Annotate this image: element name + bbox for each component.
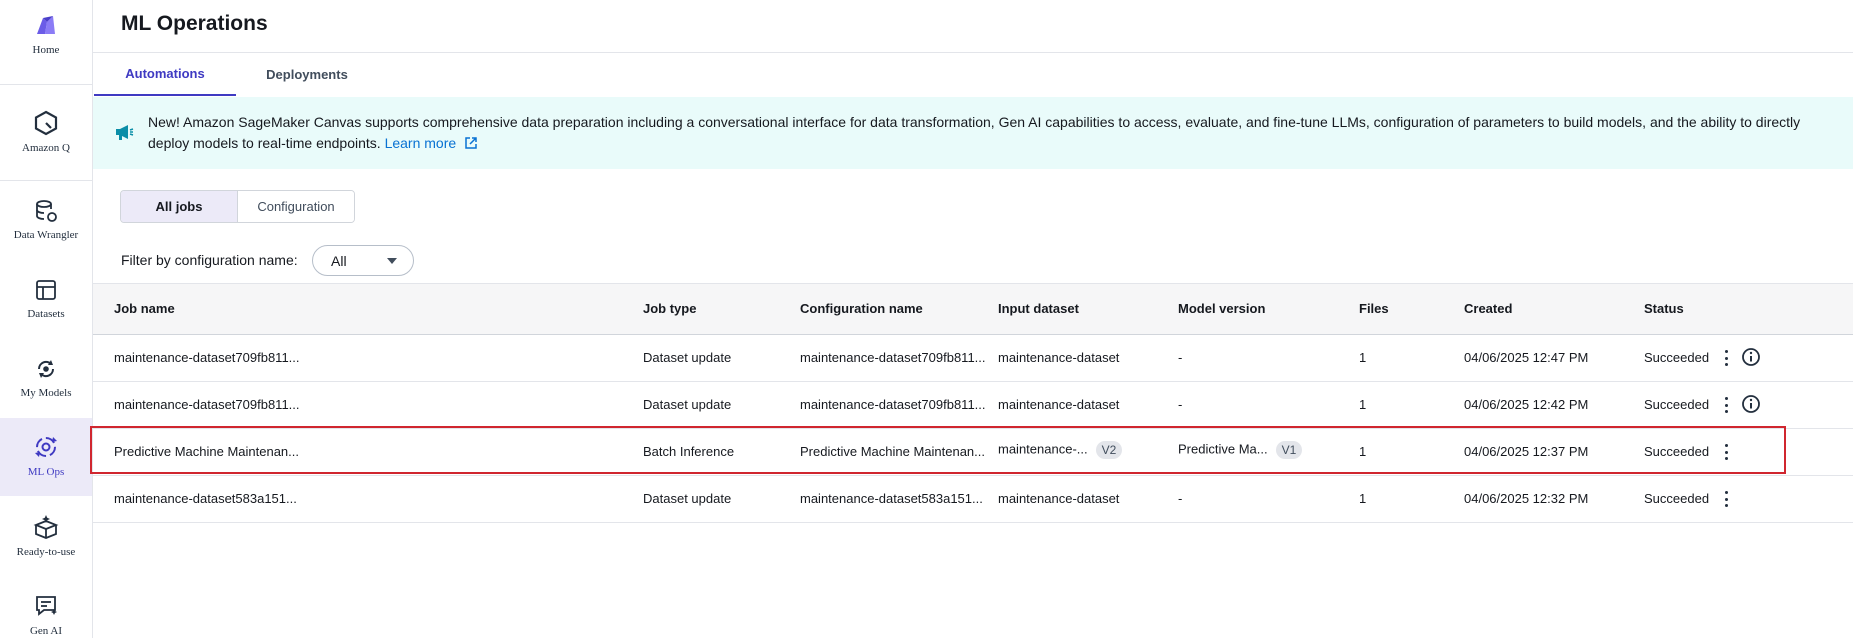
sidebar-item-ready-to-use[interactable]: Ready-to-use — [0, 512, 92, 558]
sidebar-item-label: Home — [32, 44, 60, 56]
input-dataset-cell: maintenance-dataset — [998, 491, 1120, 506]
column-header-input-dataset[interactable]: Input dataset — [998, 301, 1079, 316]
model-version-cell: - — [1178, 397, 1183, 412]
data-wrangler-icon — [31, 197, 61, 225]
job-name-cell[interactable]: maintenance-dataset583a151... — [114, 491, 297, 506]
table-row[interactable]: maintenance-dataset583a151... Dataset up… — [93, 476, 1853, 523]
sidebar-item-label: ML Ops — [27, 466, 65, 478]
sidebar-item-label: Data Wrangler — [13, 229, 79, 241]
configuration-button[interactable]: Configuration — [238, 191, 354, 222]
model-version-cell: - — [1178, 350, 1183, 365]
version-badge: V1 — [1275, 441, 1303, 459]
job-name-cell[interactable]: Predictive Machine Maintenan... — [114, 444, 299, 459]
column-header-job-name[interactable]: Job name — [114, 301, 175, 316]
sidebar-item-home[interactable]: Home — [0, 10, 92, 70]
tab-automations[interactable]: Automations — [94, 52, 236, 96]
configuration-name-cell: Predictive Machine Maintenan... — [800, 444, 985, 459]
banner-message: New! Amazon SageMaker Canvas supports co… — [148, 112, 1838, 156]
model-name: Predictive Ma... — [1178, 441, 1268, 457]
column-header-status[interactable]: Status — [1644, 301, 1684, 316]
info-icon[interactable] — [1741, 394, 1761, 419]
learn-more-label: Learn more — [384, 135, 457, 151]
ml-ops-icon — [31, 432, 61, 462]
files-cell: 1 — [1359, 491, 1367, 506]
info-banner: New! Amazon SageMaker Canvas supports co… — [93, 97, 1853, 169]
job-name-cell[interactable]: maintenance-dataset709fb811... — [114, 350, 300, 365]
sidebar-item-amazon-q[interactable]: Amazon Q — [0, 108, 92, 160]
filter-value: All — [331, 252, 347, 269]
version-badge: V2 — [1095, 441, 1123, 459]
table-row[interactable]: Predictive Machine Maintenan... Batch In… — [93, 429, 1853, 476]
configuration-name-cell: maintenance-dataset583a151... — [800, 491, 983, 506]
sidebar-item-label: Datasets — [27, 308, 65, 320]
my-models-icon — [31, 355, 61, 383]
job-type-cell: Dataset update — [643, 350, 732, 365]
created-cell: 04/06/2025 12:47 PM — [1464, 350, 1589, 365]
files-cell: 1 — [1359, 444, 1367, 459]
more-actions-icon[interactable] — [1719, 442, 1733, 462]
input-dataset-cell: maintenance-dataset — [998, 350, 1120, 365]
job-type-cell: Dataset update — [643, 397, 732, 412]
external-link-icon — [464, 135, 478, 156]
job-type-cell: Dataset update — [643, 491, 732, 506]
more-actions-icon[interactable] — [1719, 348, 1733, 368]
sidebar-divider — [0, 84, 92, 85]
sidebar-item-ml-ops[interactable]: ML Ops — [0, 418, 92, 496]
configuration-name-cell: maintenance-dataset709fb811... — [800, 350, 986, 365]
column-header-model-version[interactable]: Model version — [1178, 301, 1265, 316]
megaphone-icon — [113, 121, 135, 148]
filter-label: Filter by configuration name: — [121, 252, 298, 268]
created-cell: 04/06/2025 12:42 PM — [1464, 397, 1589, 412]
sidebar-item-label: Ready-to-use — [16, 546, 76, 558]
column-header-configuration-name[interactable]: Configuration name — [800, 301, 923, 316]
jobs-table: Job name Job type Configuration name Inp… — [93, 283, 1853, 523]
column-header-job-type[interactable]: Job type — [643, 301, 696, 316]
tab-deployments[interactable]: Deployments — [236, 52, 378, 96]
configuration-name-cell: maintenance-dataset709fb811... — [800, 397, 986, 412]
status-cell: Succeeded — [1644, 397, 1710, 412]
configuration-filter-select[interactable]: All — [312, 245, 414, 276]
canvas-logo-icon — [31, 10, 61, 40]
files-cell: 1 — [1359, 350, 1367, 365]
page-title: ML Operations — [121, 12, 268, 35]
more-actions-icon[interactable] — [1719, 489, 1733, 509]
input-dataset-cell: maintenance-dataset — [998, 397, 1120, 412]
amazon-q-icon — [31, 108, 61, 138]
sidebar-item-gen-ai[interactable]: Gen AI — [0, 591, 92, 637]
model-version-cell: Predictive Ma... V1 — [1178, 441, 1303, 459]
status-cell: Succeeded — [1644, 444, 1710, 459]
ready-to-use-icon — [31, 512, 61, 542]
input-dataset-cell: maintenance-... V2 — [998, 441, 1123, 459]
all-jobs-button[interactable]: All jobs — [121, 191, 238, 222]
sidebar-item-label: My Models — [20, 387, 72, 399]
created-cell: 04/06/2025 12:32 PM — [1464, 491, 1589, 506]
model-version-cell: - — [1178, 491, 1183, 506]
caret-down-icon — [387, 258, 397, 264]
more-actions-icon[interactable] — [1719, 395, 1733, 415]
sidebar-item-my-models[interactable]: My Models — [0, 355, 92, 399]
gen-ai-icon — [31, 591, 61, 621]
sidebar-item-label: Gen AI — [29, 625, 63, 637]
table-header: Job name Job type Configuration name Inp… — [93, 283, 1853, 335]
status-cell: Succeeded — [1644, 350, 1710, 365]
column-header-files[interactable]: Files — [1359, 301, 1389, 316]
sidebar-item-data-wrangler[interactable]: Data Wrangler — [0, 197, 92, 241]
job-type-cell: Batch Inference — [643, 444, 735, 459]
column-header-created[interactable]: Created — [1464, 301, 1512, 316]
created-cell: 04/06/2025 12:37 PM — [1464, 444, 1589, 459]
files-cell: 1 — [1359, 397, 1367, 412]
sidebar: Home Amazon Q Data Wrangler Datasets My … — [0, 0, 93, 638]
datasets-icon — [31, 276, 61, 304]
input-dataset-name: maintenance-... — [998, 441, 1088, 457]
sidebar-item-label: Amazon Q — [22, 142, 70, 154]
job-name-cell[interactable]: maintenance-dataset709fb811... — [114, 397, 300, 412]
table-row[interactable]: maintenance-dataset709fb811... Dataset u… — [93, 382, 1853, 429]
table-row[interactable]: maintenance-dataset709fb811... Dataset u… — [93, 335, 1853, 382]
status-cell: Succeeded — [1644, 491, 1710, 506]
learn-more-link[interactable]: Learn more — [385, 135, 478, 151]
info-icon[interactable] — [1741, 347, 1761, 372]
sidebar-divider — [0, 180, 92, 181]
job-view-toggle: All jobs Configuration — [120, 190, 355, 223]
sidebar-item-datasets[interactable]: Datasets — [0, 276, 92, 320]
